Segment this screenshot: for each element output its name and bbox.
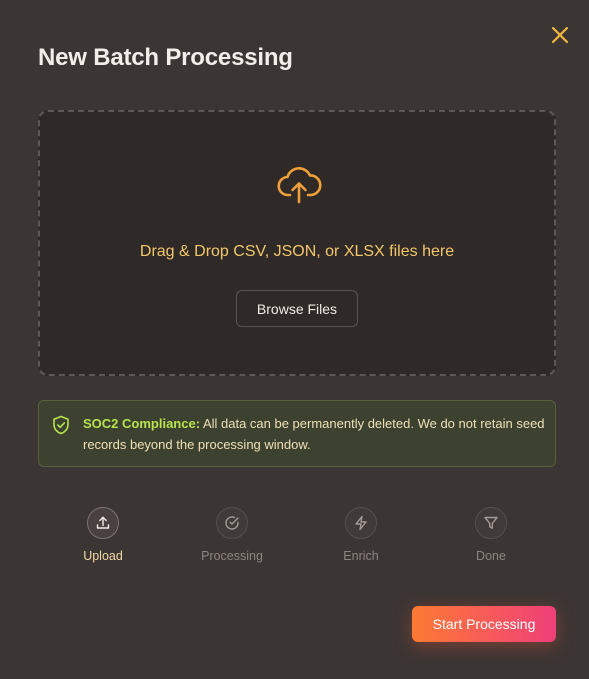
filter-icon xyxy=(484,516,498,529)
step-processing-circle xyxy=(216,507,248,539)
dropzone-instructions: Drag & Drop CSV, JSON, or XLSX files her… xyxy=(139,243,455,260)
step-upload: Upload xyxy=(48,507,158,563)
modal-title: New Batch Processing xyxy=(38,44,293,71)
batch-processing-modal: New Batch Processing Drag & Drop CSV, JS… xyxy=(0,0,589,679)
step-processing: Processing xyxy=(177,507,287,563)
close-icon xyxy=(551,26,569,44)
lightning-icon xyxy=(355,515,367,531)
step-label: Processing xyxy=(201,549,263,563)
compliance-label: SOC2 Compliance: xyxy=(83,416,201,431)
close-button[interactable] xyxy=(548,23,572,47)
browse-files-button[interactable]: Browse Files xyxy=(236,290,358,327)
step-label: Done xyxy=(476,549,506,563)
check-circle-icon xyxy=(225,516,239,530)
step-upload-circle xyxy=(87,507,119,539)
step-done-circle xyxy=(475,507,507,539)
cloud-upload-icon xyxy=(277,167,322,204)
compliance-text: SOC2 Compliance: All data can be permane… xyxy=(83,413,545,455)
step-done: Done xyxy=(436,507,546,563)
step-enrich: Enrich xyxy=(306,507,416,563)
shield-check-icon xyxy=(53,415,69,435)
start-processing-button[interactable]: Start Processing xyxy=(412,606,556,642)
compliance-notice: SOC2 Compliance: All data can be permane… xyxy=(38,400,556,467)
step-label: Upload xyxy=(83,549,123,563)
file-dropzone[interactable]: Drag & Drop CSV, JSON, or XLSX files her… xyxy=(38,110,556,376)
step-label: Enrich xyxy=(343,549,379,563)
upload-icon xyxy=(96,516,110,529)
step-enrich-circle xyxy=(345,507,377,539)
